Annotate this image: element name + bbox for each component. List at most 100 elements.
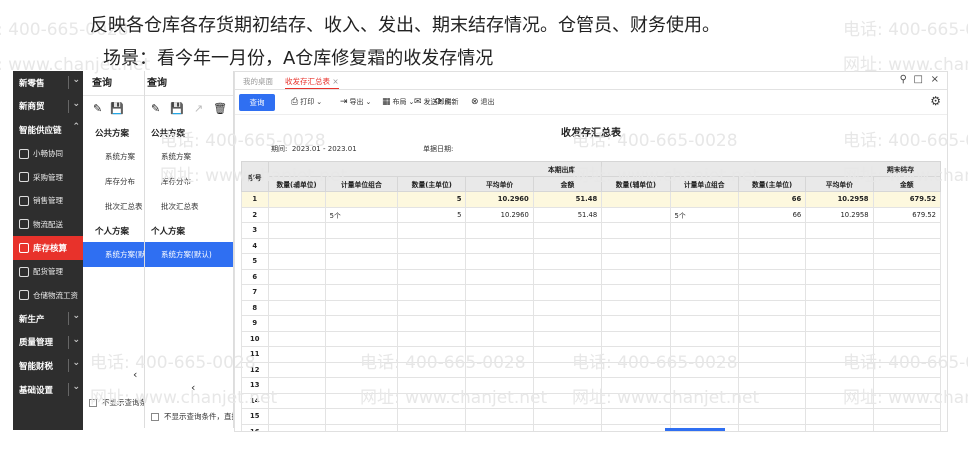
table-cell[interactable]: 679.52 [872, 206, 942, 223]
table-cell[interactable] [737, 253, 807, 270]
table-cell[interactable] [324, 253, 399, 270]
sidebar-item-production[interactable]: 新生产 ⌄ [13, 307, 83, 331]
table-cell[interactable] [267, 253, 326, 270]
table-cell[interactable] [872, 377, 942, 394]
table-cell[interactable] [465, 222, 534, 239]
table-cell[interactable] [737, 284, 807, 301]
table-cell[interactable] [397, 315, 467, 332]
table-cell[interactable]: 679.52 [872, 191, 942, 208]
column-header[interactable]: 计量单位组合 [669, 176, 739, 192]
table-cell[interactable] [465, 315, 534, 332]
table-row[interactable]: 5 [241, 253, 942, 270]
table-cell[interactable] [397, 330, 467, 347]
table-cell[interactable] [669, 315, 739, 332]
column-header[interactable]: 平均单价 [805, 176, 874, 192]
table-cell[interactable] [737, 408, 807, 425]
seq-header[interactable]: 序号 [241, 161, 269, 192]
table-cell[interactable] [267, 392, 326, 409]
table-cell[interactable] [532, 377, 603, 394]
table-cell[interactable] [267, 377, 326, 394]
table-cell[interactable] [872, 392, 942, 409]
table-cell[interactable] [601, 330, 671, 347]
table-cell[interactable] [397, 423, 467, 431]
sidebar-item-new-retail[interactable]: 新零售 ⌄ [13, 71, 83, 95]
table-cell[interactable] [872, 330, 942, 347]
table-row[interactable]: 15 [241, 408, 942, 425]
sidebar-item-finance-tax[interactable]: 智能财税 ⌄ [13, 354, 83, 378]
table-row[interactable]: 16 [241, 423, 942, 431]
table-cell[interactable] [805, 299, 874, 316]
table-cell[interactable]: 51.48 [532, 206, 603, 223]
table-cell[interactable] [872, 361, 942, 378]
table-cell[interactable] [397, 377, 467, 394]
table-cell[interactable]: 10.2958 [805, 191, 874, 208]
sidebar-subitem-warehouse-wages[interactable]: 仓储物流工资 [13, 283, 83, 307]
search-icon[interactable]: ⚲ [900, 74, 907, 85]
table-cell[interactable] [669, 392, 739, 409]
scheme-batch-summary[interactable]: 批次汇总表 [83, 194, 144, 219]
table-cell[interactable] [324, 237, 399, 254]
table-cell[interactable] [601, 392, 671, 409]
table-cell[interactable] [465, 392, 534, 409]
table-cell[interactable] [465, 346, 534, 363]
table-cell[interactable] [267, 222, 326, 239]
table-cell[interactable]: 5个 [324, 206, 399, 223]
table-cell[interactable] [872, 268, 942, 285]
table-cell[interactable] [465, 299, 534, 316]
save-icon[interactable]: 💾 [110, 102, 124, 115]
table-cell[interactable] [267, 346, 326, 363]
table-cell[interactable] [324, 268, 399, 285]
table-cell[interactable] [532, 284, 603, 301]
table-cell[interactable] [669, 408, 739, 425]
table-cell[interactable] [601, 268, 671, 285]
close-window-icon[interactable]: × [931, 74, 939, 85]
table-cell[interactable] [805, 392, 874, 409]
scheme-personal-default[interactable]: 系统方案(默 [83, 242, 144, 267]
table-row[interactable]: 10 [241, 330, 942, 347]
table-cell[interactable] [805, 222, 874, 239]
table-cell[interactable] [737, 392, 807, 409]
sidebar-subitem-collab[interactable]: 小畅协同 [13, 142, 83, 166]
table-cell[interactable] [601, 361, 671, 378]
table-cell[interactable] [872, 346, 942, 363]
table-cell[interactable] [532, 346, 603, 363]
table-row[interactable]: 12 [241, 361, 942, 378]
table-cell[interactable] [397, 268, 467, 285]
table-cell[interactable] [267, 299, 326, 316]
checkbox[interactable] [151, 412, 159, 421]
delete-icon[interactable]: 🗑 [213, 102, 227, 115]
sidebar-subitem-logistics[interactable]: 物流配送 [13, 213, 83, 237]
table-cell[interactable] [324, 392, 399, 409]
table-cell[interactable] [669, 377, 739, 394]
query-button[interactable]: 查询 [239, 94, 275, 111]
table-cell[interactable] [601, 191, 671, 208]
table-row[interactable]: 1 5 10.2960 51.48 66 10.2958 679.52 [241, 191, 942, 208]
column-header[interactable]: 数量(辅单位) [267, 176, 326, 192]
table-cell[interactable] [737, 222, 807, 239]
table-cell[interactable] [669, 268, 739, 285]
table-cell[interactable] [267, 330, 326, 347]
table-cell[interactable] [324, 361, 399, 378]
table-cell[interactable] [267, 423, 326, 431]
table-cell[interactable]: 10.2958 [805, 206, 874, 223]
sidebar-item-quality[interactable]: 质量管理 ⌄ [13, 331, 83, 355]
table-cell[interactable] [324, 222, 399, 239]
table-cell[interactable] [601, 284, 671, 301]
table-cell[interactable] [532, 315, 603, 332]
table-cell[interactable] [669, 237, 739, 254]
table-cell[interactable] [397, 299, 467, 316]
table-cell[interactable] [601, 408, 671, 425]
table-cell[interactable]: 51.48 [532, 191, 603, 208]
close-icon[interactable]: × [332, 77, 338, 86]
table-cell[interactable] [601, 377, 671, 394]
table-cell[interactable] [324, 330, 399, 347]
table-cell[interactable]: 66 [737, 206, 807, 223]
refresh-button[interactable]: ⟳ 刷新 [435, 97, 459, 107]
table-cell[interactable] [805, 423, 874, 431]
table-cell[interactable] [397, 222, 467, 239]
table-cell[interactable]: 5个 [669, 206, 739, 223]
table-cell[interactable] [872, 253, 942, 270]
table-cell[interactable] [601, 423, 671, 431]
column-header[interactable]: 平均单价 [465, 176, 534, 192]
table-cell[interactable] [267, 284, 326, 301]
